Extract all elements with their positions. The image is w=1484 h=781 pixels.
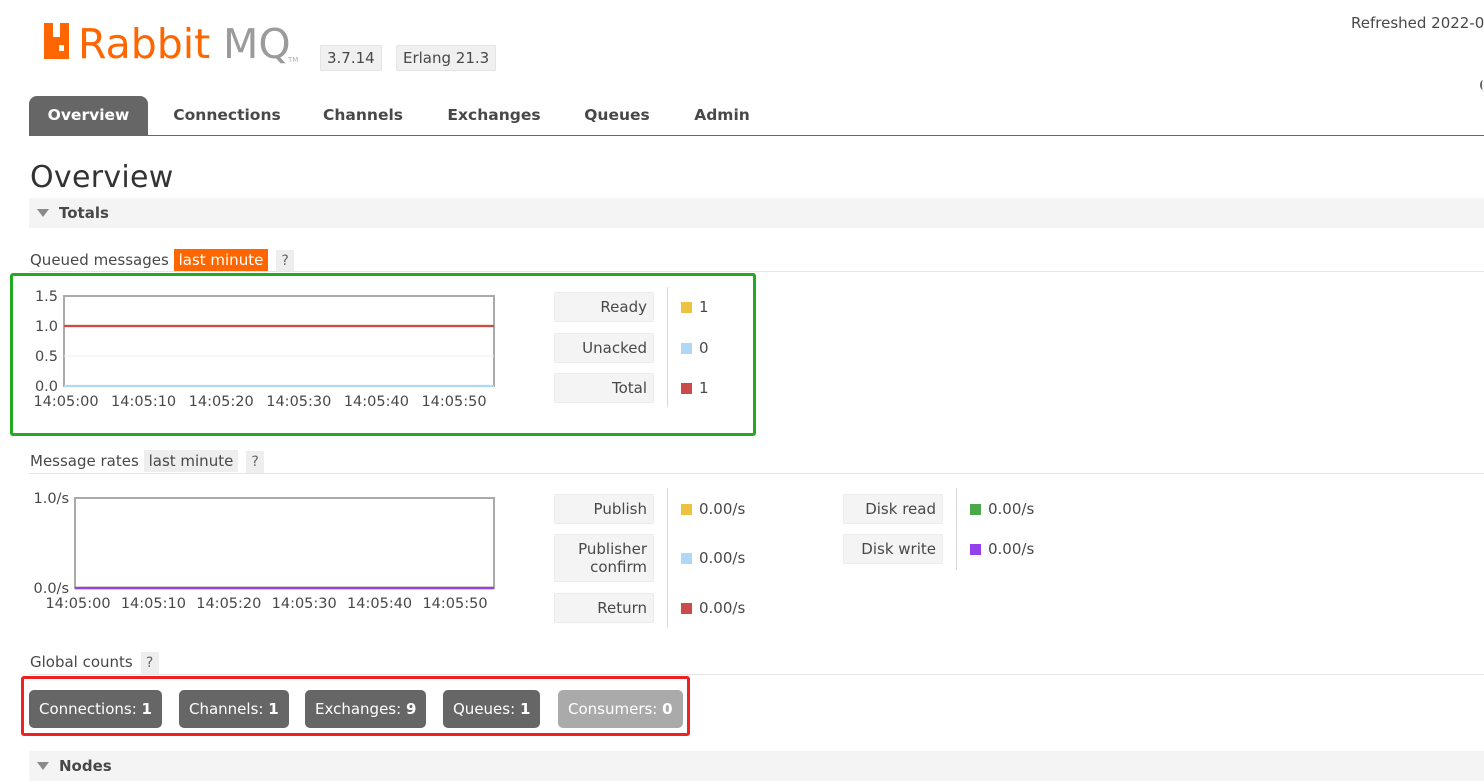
rabbitmq-logo[interactable]: Rabbit MQ TM xyxy=(42,18,300,70)
refreshed-timestamp: Refreshed 2022-0 xyxy=(1351,14,1484,32)
logo-mq-text: MQ xyxy=(223,20,291,68)
legend-value-disk-write: 0.00/s xyxy=(988,540,1035,558)
section-totals-toggle[interactable]: Totals xyxy=(29,198,1484,228)
chart-x-tick-label: 14:05:50 xyxy=(422,596,487,612)
legend-label-disk-write: Disk write xyxy=(843,534,943,564)
section-nodes-toggle[interactable]: Nodes xyxy=(29,751,1484,781)
message-rates-header: Message rates last minute ? xyxy=(30,450,265,473)
legend-label-disk-read: Disk read xyxy=(843,494,943,524)
chart-y-tick-label: 0.0/s xyxy=(34,581,70,597)
section-divider xyxy=(29,674,1484,675)
highlight-box-green xyxy=(10,273,756,436)
queued-messages-header: Queued messages last minute ? xyxy=(30,249,295,272)
message-rates-chart: 0.0/s 1.0/s 14:05:00 14:05:10 14:05:20 14:05:… xyxy=(34,491,495,612)
message-rates-label: Message rates xyxy=(30,452,139,470)
legend-value-disk-read: 0.00/s xyxy=(988,500,1035,518)
tab-overview[interactable]: Overview xyxy=(29,96,148,135)
section-divider xyxy=(29,473,1484,474)
chart-x-tick-label: 14:05:10 xyxy=(121,596,186,612)
chart-x-tick-label: 14:05:40 xyxy=(347,596,412,612)
main-nav-tabs: Overview Connections Channels Exchanges … xyxy=(29,96,1484,136)
legend-swatch-disk-read xyxy=(970,504,981,515)
legend-separator xyxy=(956,488,957,570)
legend-value-publish: 0.00/s xyxy=(699,500,746,518)
legend-value-return: 0.00/s xyxy=(699,599,746,617)
chart-x-tick-label: 14:05:20 xyxy=(196,596,261,612)
logo-rabbit-text: Rabbit xyxy=(78,20,210,68)
highlight-box-red xyxy=(21,676,690,736)
section-nodes-label: Nodes xyxy=(59,757,112,775)
message-rates-range[interactable]: last minute xyxy=(143,450,239,472)
chart-x-tick-label: 14:05:00 xyxy=(45,596,110,612)
section-totals-label: Totals xyxy=(59,204,109,222)
chart-plot-frame xyxy=(74,497,495,589)
global-counts-label: Global counts xyxy=(30,653,133,671)
legend-value-publisher-confirm: 0.00/s xyxy=(699,549,746,567)
legend-swatch-return xyxy=(681,603,692,614)
svg-text:TM: TM xyxy=(287,56,298,64)
tab-connections[interactable]: Connections xyxy=(163,96,291,135)
rabbit-logo-icon xyxy=(44,23,69,59)
legend-label-return: Return xyxy=(554,593,654,623)
collapse-triangle-icon xyxy=(37,761,49,770)
legend-swatch-publisher-confirm xyxy=(681,553,692,564)
tab-exchanges[interactable]: Exchanges xyxy=(436,96,552,135)
collapse-triangle-icon xyxy=(37,208,49,217)
legend-swatch-publish xyxy=(681,504,692,515)
chart-y-tick-label: 1.0/s xyxy=(34,491,70,507)
global-counts-header: Global counts ? xyxy=(30,652,159,674)
refresh-options-icon[interactable] xyxy=(1480,80,1484,90)
legend-swatch-disk-write xyxy=(970,544,981,555)
legend-separator xyxy=(667,488,668,628)
queued-messages-help[interactable]: ? xyxy=(276,250,295,272)
queued-messages-label: Queued messages xyxy=(30,251,169,269)
tab-admin[interactable]: Admin xyxy=(682,96,762,135)
tab-channels[interactable]: Channels xyxy=(312,96,414,135)
erlang-version: Erlang 21.3 xyxy=(396,45,497,71)
queued-messages-range[interactable]: last minute xyxy=(173,249,269,271)
chart-x-tick-label: 14:05:30 xyxy=(272,596,337,612)
page-title: Overview xyxy=(30,160,174,195)
message-rates-help[interactable]: ? xyxy=(246,451,265,473)
legend-label-publisher-confirm: Publisher confirm xyxy=(554,534,654,582)
section-divider xyxy=(29,271,1484,272)
legend-label-publish: Publish xyxy=(554,494,654,524)
rabbitmq-version: 3.7.14 xyxy=(320,45,382,71)
global-counts-help[interactable]: ? xyxy=(140,652,159,674)
tab-queues[interactable]: Queues xyxy=(574,96,660,135)
